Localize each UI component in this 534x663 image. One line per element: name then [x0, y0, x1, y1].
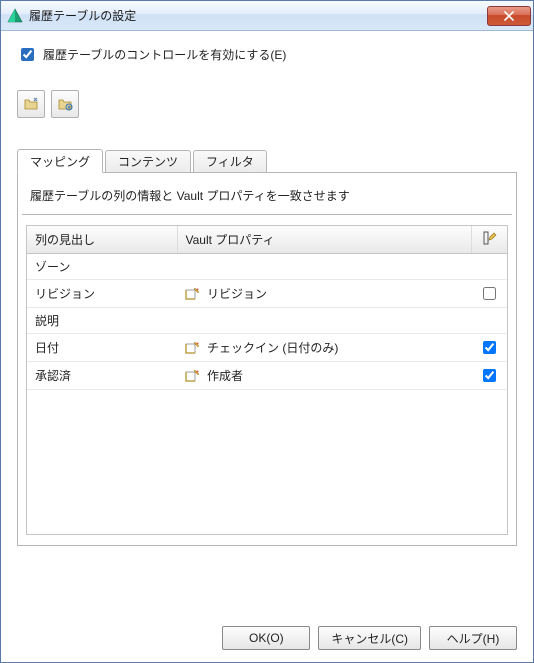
toolbar-button-2[interactable] [51, 90, 79, 118]
vault-property-text: リビジョン [207, 285, 267, 302]
ok-button[interactable]: OK(O) [222, 626, 310, 650]
table-header-row: 列の見出し Vault プロパティ [27, 226, 507, 254]
tab-contents[interactable]: コンテンツ [105, 150, 191, 172]
cancel-button[interactable]: キャンセル(C) [318, 626, 421, 650]
mapping-description: 履歴テーブルの列の情報と Vault プロパティを一致させます [20, 185, 514, 214]
enable-history-controls-label[interactable]: 履歴テーブルのコントロールを有効にする(E) [43, 46, 286, 63]
cell-heading[interactable]: 承認済 [27, 362, 177, 390]
toolbar-button-1[interactable] [17, 90, 45, 118]
close-button[interactable] [487, 6, 531, 26]
enable-history-controls-row: 履歴テーブルのコントロールを有効にする(E) [17, 45, 517, 64]
cell-flag[interactable] [471, 334, 507, 362]
col-header-heading[interactable]: 列の見出し [27, 226, 177, 254]
tab-row: マッピング コンテンツ フィルタ [17, 148, 517, 172]
toolbar [17, 90, 517, 118]
tab-panel-mapping: 履歴テーブルの列の情報と Vault プロパティを一致させます 列の見出し Va… [17, 172, 517, 546]
title-bar: 履歴テーブルの設定 [1, 1, 533, 31]
cell-heading[interactable]: リビジョン [27, 280, 177, 308]
cell-flag[interactable] [471, 362, 507, 390]
vault-property-text: チェックイン (日付のみ) [207, 339, 338, 356]
cell-heading[interactable]: ゾーン [27, 254, 177, 280]
cell-flag[interactable] [471, 254, 507, 280]
cell-vault-property[interactable]: リビジョン [177, 280, 471, 308]
col-header-flag[interactable] [471, 226, 507, 254]
mapping-table: 列の見出し Vault プロパティ [27, 226, 507, 390]
cell-heading[interactable]: 説明 [27, 308, 177, 334]
col-header-vault-property[interactable]: Vault プロパティ [177, 226, 471, 254]
tab-label: フィルタ [206, 153, 254, 170]
property-icon [185, 286, 201, 302]
cell-vault-property[interactable]: チェックイン (日付のみ) [177, 334, 471, 362]
tab-label: マッピング [30, 153, 90, 170]
mapping-grid: 列の見出し Vault プロパティ [26, 225, 508, 535]
tab-mapping[interactable]: マッピング [17, 149, 103, 173]
cell-vault-property[interactable] [177, 308, 471, 334]
window-title: 履歴テーブルの設定 [29, 7, 487, 24]
cell-flag[interactable] [471, 308, 507, 334]
edit-column-icon [481, 230, 497, 246]
cell-vault-property[interactable] [177, 254, 471, 280]
property-icon [185, 368, 201, 384]
cell-vault-property[interactable]: 作成者 [177, 362, 471, 390]
cell-flag[interactable] [471, 280, 507, 308]
cell-heading[interactable]: 日付 [27, 334, 177, 362]
row-flag-checkbox[interactable] [483, 287, 496, 300]
table-row[interactable]: 説明 [27, 308, 507, 334]
divider [22, 214, 512, 215]
app-icon [7, 8, 23, 24]
enable-history-controls-checkbox[interactable] [21, 48, 34, 61]
client-area: 履歴テーブルのコントロールを有効にする(E) マッピング コンテンツ フィルタ [1, 31, 533, 662]
table-row[interactable]: リビジョン リビジョン [27, 280, 507, 308]
help-button[interactable]: ヘルプ(H) [429, 626, 517, 650]
tab-label: コンテンツ [118, 153, 178, 170]
table-row[interactable]: 日付 チェックイン (日付のみ) [27, 334, 507, 362]
row-flag-checkbox[interactable] [483, 341, 496, 354]
row-flag-checkbox[interactable] [483, 369, 496, 382]
vault-property-text: 作成者 [207, 367, 243, 384]
table-row[interactable]: ゾーン [27, 254, 507, 280]
property-icon [185, 340, 201, 356]
tab-filter[interactable]: フィルタ [193, 150, 267, 172]
dialog-window: 履歴テーブルの設定 履歴テーブルのコントロールを有効にする(E) [0, 0, 534, 663]
table-row[interactable]: 承認済 作成者 [27, 362, 507, 390]
button-bar: OK(O) キャンセル(C) ヘルプ(H) [17, 612, 517, 650]
